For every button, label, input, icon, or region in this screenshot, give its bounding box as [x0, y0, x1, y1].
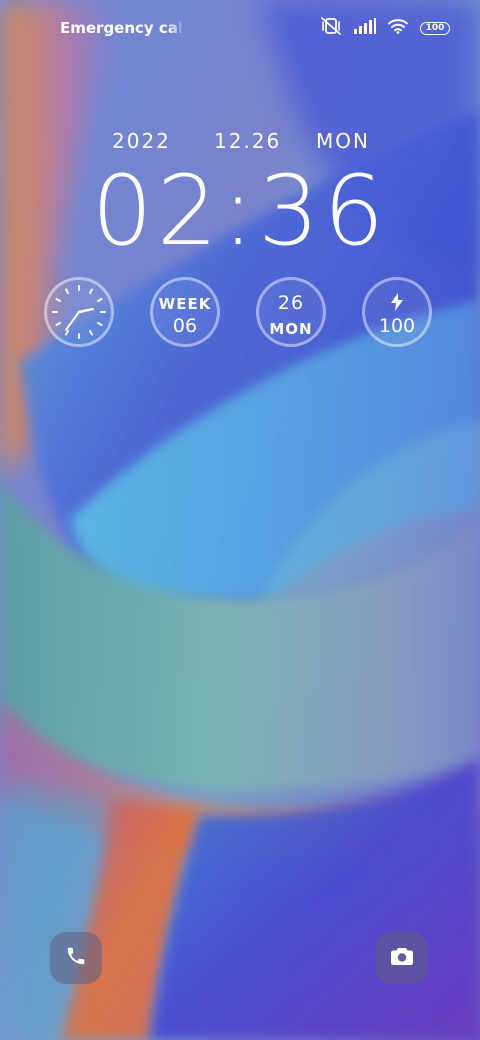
day-number: 26: [277, 292, 305, 314]
clock-tick: [65, 330, 69, 336]
analog-clock-widget: [44, 277, 114, 347]
week-number: 06: [172, 315, 198, 337]
date-weekday: MON: [316, 129, 370, 153]
battery-icon: 100: [420, 21, 450, 35]
clock-tick: [65, 288, 69, 294]
phone-shortcut-button[interactable]: [50, 932, 102, 984]
carrier-status-text: Emergency calls only: [60, 19, 184, 37]
battery-widget-value: 100: [378, 315, 416, 337]
week-widget: WEEK 06: [150, 277, 220, 347]
week-label: WEEK: [158, 295, 212, 313]
date-year: 2022: [112, 129, 171, 153]
clock-tick: [89, 330, 93, 336]
day-weekday: MON: [269, 320, 313, 338]
battery-widget: 100: [362, 277, 432, 347]
date-row: 2022 12.26 MON: [0, 128, 480, 154]
day-widget: 26 MON: [256, 277, 326, 347]
clock-tick: [97, 298, 103, 302]
camera-icon: [390, 945, 414, 971]
status-icons: 100: [320, 16, 450, 40]
phone-icon: [65, 945, 87, 971]
wifi-icon: [388, 18, 408, 38]
vibrate-off-icon: [320, 16, 342, 40]
clock-hour-hand: [77, 307, 94, 314]
bolt-icon: [365, 293, 429, 315]
clock-tick: [55, 322, 61, 326]
clock-tick: [55, 298, 61, 302]
clock-tick: [97, 322, 103, 326]
clock-minute-hand: [65, 311, 80, 331]
signal-icon: [354, 18, 376, 38]
analog-clock-face: [52, 285, 106, 339]
date-month-day: 12.26: [214, 129, 282, 153]
clock-tick: [89, 288, 93, 294]
battery-level-text: 100: [425, 22, 445, 33]
camera-shortcut-button[interactable]: [376, 932, 428, 984]
lock-screen-clock: 02:36: [91, 155, 389, 267]
lock-screen: Emergency calls only: [0, 0, 480, 1040]
